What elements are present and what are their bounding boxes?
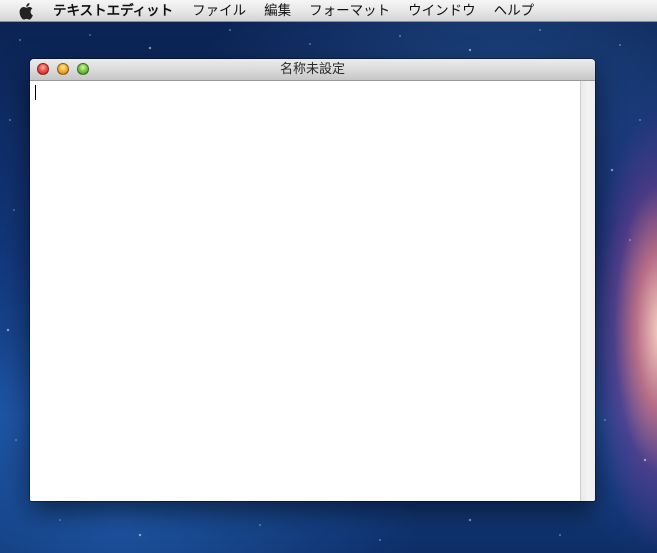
menu-app-name[interactable]: テキストエディット bbox=[53, 0, 183, 22]
vertical-scrollbar[interactable] bbox=[580, 81, 595, 501]
text-cursor bbox=[35, 85, 36, 100]
menu-format[interactable]: フォーマット bbox=[300, 0, 399, 22]
apple-icon[interactable] bbox=[18, 2, 36, 20]
menu-bar: テキストエディット ファイル 編集 フォーマット ウインドウ ヘルプ bbox=[0, 0, 657, 22]
menu-edit[interactable]: 編集 bbox=[255, 0, 300, 22]
window-titlebar[interactable]: 名称未設定 bbox=[30, 59, 595, 81]
textedit-window: 名称未設定 bbox=[30, 59, 595, 501]
document-text-area[interactable] bbox=[30, 81, 580, 501]
window-title: 名称未設定 bbox=[279, 62, 345, 77]
menu-help[interactable]: ヘルプ bbox=[485, 0, 544, 22]
menu-file[interactable]: ファイル bbox=[183, 0, 255, 22]
menu-window[interactable]: ウインドウ bbox=[399, 0, 485, 22]
